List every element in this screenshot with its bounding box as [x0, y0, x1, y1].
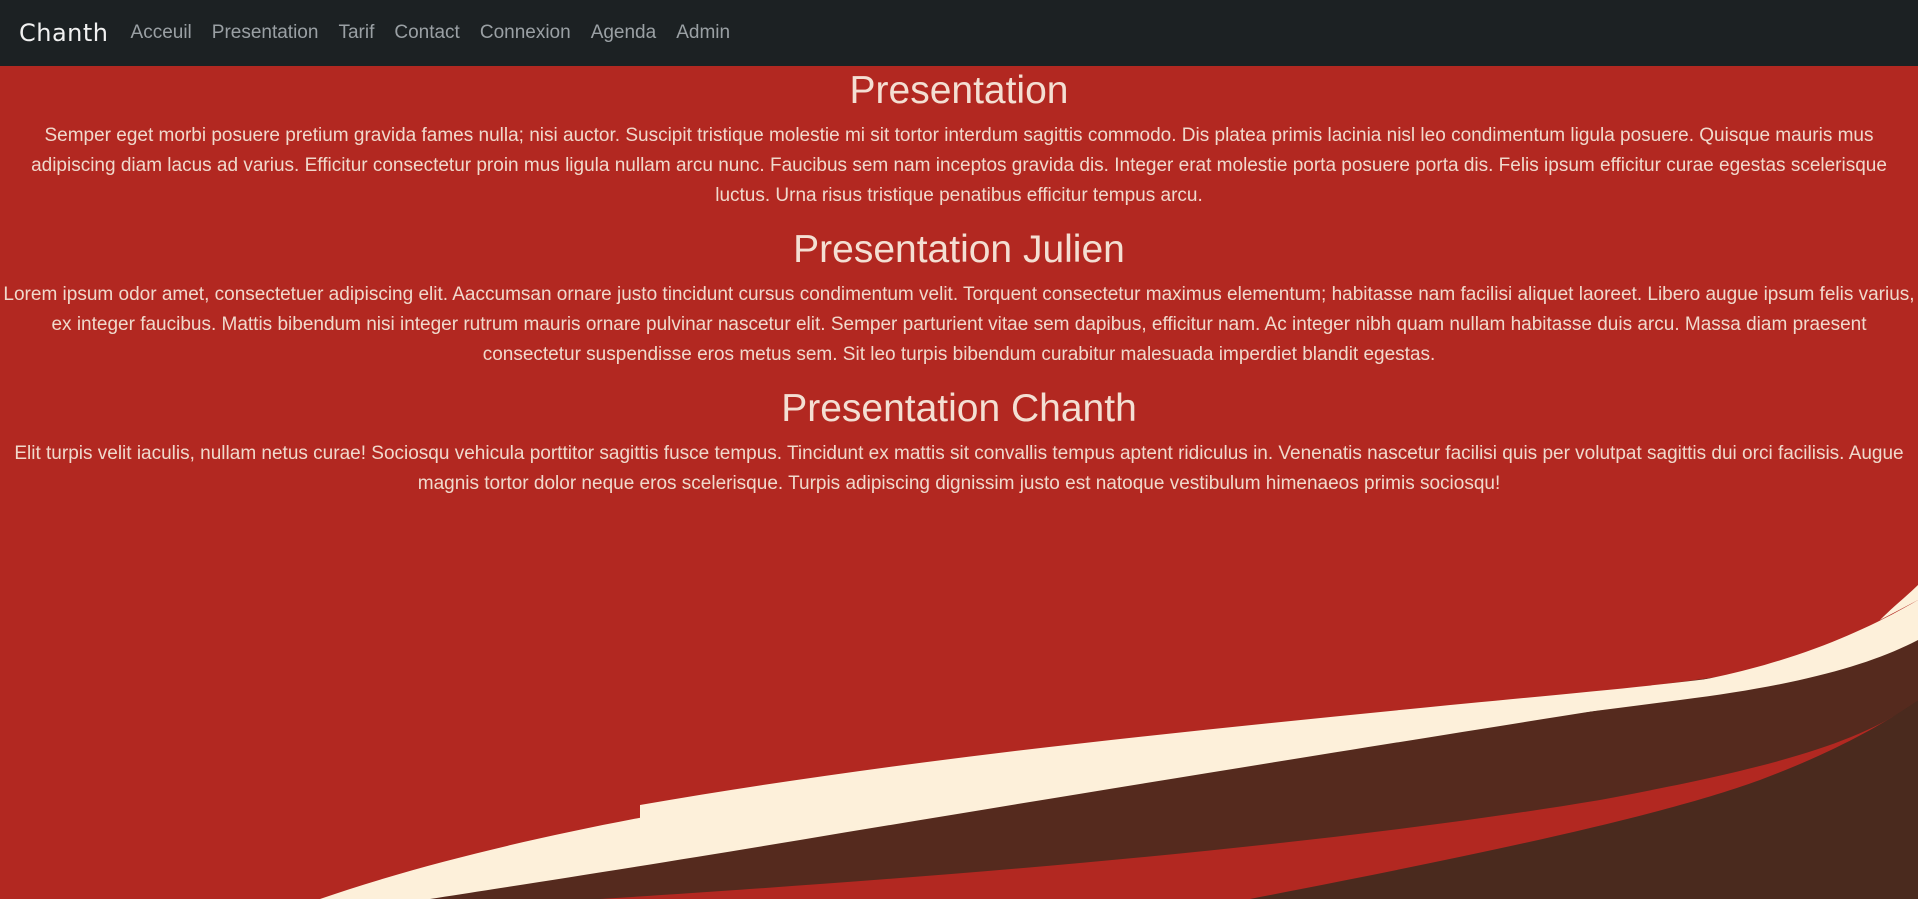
nav-link-connexion[interactable]: Connexion [470, 0, 581, 66]
presentation-chanth-section: Presentation Chanth Elit turpis velit ia… [0, 386, 1918, 499]
presentation-section: Presentation Semper eget morbi posuere p… [0, 69, 1918, 211]
section-title: Presentation Julien [793, 227, 1125, 271]
section-text: Lorem ipsum odor amet, consectetuer adip… [3, 283, 1915, 365]
section-title: Presentation Chanth [781, 386, 1137, 430]
top-navbar: Chanth Acceuil Presentation Tarif Contac… [0, 0, 1918, 66]
nav-link-tarif[interactable]: Tarif [328, 0, 384, 66]
section-title: Presentation [849, 69, 1069, 112]
section-text: Semper eget morbi posuere pretium gravid… [31, 124, 1887, 206]
nav-link-admin[interactable]: Admin [666, 0, 740, 66]
nav-link-agenda[interactable]: Agenda [581, 0, 667, 66]
nav-link-acceuil[interactable]: Acceuil [121, 0, 202, 66]
main-content: Presentation Semper eget morbi posuere p… [0, 66, 1918, 517]
brand-logo[interactable]: Chanth [19, 19, 109, 47]
nav-link-contact[interactable]: Contact [384, 0, 469, 66]
presentation-julien-section: Presentation Julien Lorem ipsum odor ame… [0, 227, 1918, 370]
nav-link-presentation[interactable]: Presentation [202, 0, 329, 66]
section-text: Elit turpis velit iaculis, nullam netus … [14, 442, 1904, 494]
